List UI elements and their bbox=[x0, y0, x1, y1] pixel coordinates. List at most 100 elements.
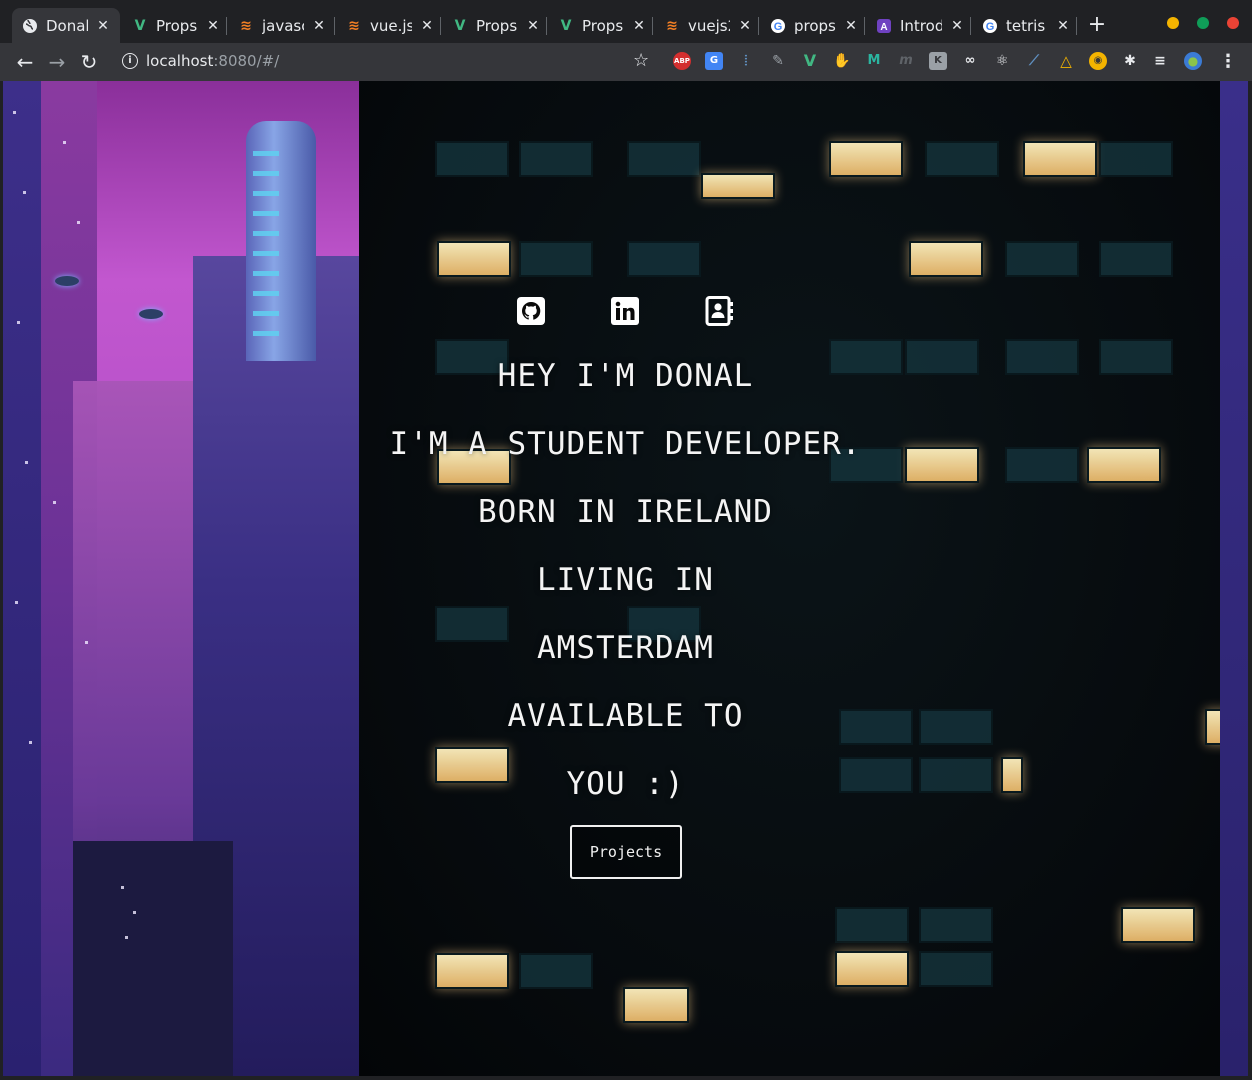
hero-greeting: HEY I'M DONAL bbox=[497, 358, 754, 394]
profile-avatar-icon[interactable]: ● bbox=[1184, 52, 1202, 70]
tab-separator bbox=[970, 17, 971, 35]
tab-separator bbox=[440, 17, 441, 35]
avatar-extension-icon[interactable]: ◉ bbox=[1089, 52, 1107, 70]
extension-bracket-icon[interactable]: ⦙ bbox=[737, 52, 755, 70]
media-queue-icon[interactable]: ≡ bbox=[1151, 52, 1169, 70]
tab-separator bbox=[758, 17, 759, 35]
hero-birthplace: BORN IN IRELAND bbox=[478, 494, 773, 530]
hero-section: HEY I'M DONAL I'M A STUDENT DEVELOPER. B… bbox=[3, 81, 1248, 1076]
contact-card-icon bbox=[705, 296, 733, 326]
close-icon[interactable]: ✕ bbox=[844, 18, 858, 34]
maximize-button[interactable] bbox=[1197, 17, 1209, 29]
tab-title: Introd bbox=[900, 16, 942, 35]
reload-button[interactable]: ↻ bbox=[76, 49, 102, 75]
browser-toolbar: ← → ↻ i localhost:8080/#/ ☆ ABP G ⦙ ✎ V … bbox=[0, 43, 1252, 81]
tab-vuejs2[interactable]: ≋ vuejs2 ✕ bbox=[654, 8, 758, 43]
linkedin-link[interactable] bbox=[610, 296, 640, 326]
site-info-icon[interactable]: i bbox=[122, 53, 138, 69]
tab-separator bbox=[1076, 17, 1077, 35]
extension-k-icon[interactable]: K bbox=[929, 52, 947, 70]
tab-title: props bbox=[794, 16, 836, 35]
bookmark-star-icon[interactable]: ☆ bbox=[633, 50, 649, 71]
stackoverflow-icon: ≋ bbox=[240, 17, 252, 34]
tab-props-2[interactable]: V Props ✕ bbox=[442, 8, 546, 43]
tab-title: vue.js bbox=[370, 16, 412, 35]
page-viewport: HEY I'M DONAL I'M A STUDENT DEVELOPER. B… bbox=[3, 81, 1248, 1076]
tab-vuejs[interactable]: ≋ vue.js ✕ bbox=[336, 8, 440, 43]
tab-javascript[interactable]: ≋ javasc ✕ bbox=[228, 8, 332, 43]
close-icon[interactable]: ✕ bbox=[950, 18, 964, 34]
tab-separator bbox=[864, 17, 865, 35]
tab-props-google[interactable]: G props ✕ bbox=[760, 8, 864, 43]
tab-strip: Donal ✕ V Props ✕ ≋ javasc ✕ ≋ vue.js ✕ … bbox=[0, 0, 1252, 43]
close-icon[interactable]: ✕ bbox=[312, 18, 326, 34]
google-icon: G bbox=[982, 18, 998, 34]
back-button[interactable]: ← bbox=[12, 49, 38, 75]
svg-text:G: G bbox=[774, 21, 783, 33]
tab-title: vuejs2 bbox=[688, 16, 730, 35]
google-translate-icon[interactable]: G bbox=[705, 52, 723, 70]
stackoverflow-icon: ≋ bbox=[348, 17, 360, 34]
tab-title: Props bbox=[156, 16, 198, 35]
close-window-button[interactable] bbox=[1227, 17, 1239, 29]
close-icon[interactable]: ✕ bbox=[96, 18, 110, 34]
tab-separator bbox=[334, 17, 335, 35]
react-devtools-icon[interactable]: ⚛ bbox=[993, 52, 1011, 70]
close-icon[interactable]: ✕ bbox=[738, 18, 752, 34]
tab-title: Props bbox=[476, 16, 518, 35]
close-icon[interactable]: ✕ bbox=[1056, 18, 1070, 34]
tab-separator bbox=[226, 17, 227, 35]
github-link[interactable] bbox=[516, 296, 546, 326]
close-icon[interactable]: ✕ bbox=[632, 18, 646, 34]
extension-glasses-icon[interactable]: ∞ bbox=[961, 52, 979, 70]
url-path: :8080/#/ bbox=[213, 52, 280, 70]
linkedin-icon bbox=[611, 297, 639, 325]
hero-you: YOU :) bbox=[566, 766, 685, 802]
warning-extension-icon[interactable]: △ bbox=[1057, 52, 1075, 70]
vue-icon: V bbox=[454, 17, 466, 34]
close-icon[interactable]: ✕ bbox=[420, 18, 434, 34]
google-icon: G bbox=[770, 18, 786, 34]
tab-title: tetris bbox=[1006, 16, 1046, 35]
vue-icon: V bbox=[134, 17, 146, 34]
github-icon bbox=[517, 297, 545, 325]
projects-button[interactable]: Projects bbox=[570, 825, 682, 879]
tab-props-3[interactable]: V Props ✕ bbox=[548, 8, 652, 43]
tab-title: javasc bbox=[262, 16, 304, 35]
contact-link[interactable] bbox=[704, 296, 734, 326]
tab-tetris[interactable]: G tetris ✕ bbox=[972, 8, 1076, 43]
vue-icon: V bbox=[560, 17, 572, 34]
globe-icon bbox=[22, 18, 38, 34]
extension-m-icon[interactable]: M bbox=[865, 52, 883, 70]
extensions-puzzle-icon[interactable]: ✱ bbox=[1121, 52, 1139, 70]
tab-separator bbox=[652, 17, 653, 35]
address-bar[interactable]: localhost:8080/#/ bbox=[146, 52, 279, 70]
close-icon[interactable]: ✕ bbox=[206, 18, 220, 34]
tab-introduction[interactable]: A Introd ✕ bbox=[866, 8, 970, 43]
stackoverflow-icon: ≋ bbox=[666, 17, 678, 34]
extension-m-italic-icon[interactable]: m bbox=[897, 52, 915, 70]
svg-text:A: A bbox=[880, 22, 887, 33]
tab-donal[interactable]: Donal ✕ bbox=[12, 8, 120, 43]
tab-props-1[interactable]: V Props ✕ bbox=[122, 8, 226, 43]
close-icon[interactable]: ✕ bbox=[526, 18, 540, 34]
extension-slash-icon[interactable]: ⟋ bbox=[1025, 52, 1043, 70]
hero-living-in: LIVING IN bbox=[537, 562, 714, 598]
svg-text:G: G bbox=[986, 21, 995, 33]
browser-menu-icon[interactable]: ⋮ bbox=[1219, 51, 1237, 72]
color-picker-icon[interactable]: ✎ bbox=[769, 52, 787, 70]
forward-button[interactable]: → bbox=[44, 49, 70, 75]
hero-role: I'M A STUDENT DEVELOPER. bbox=[389, 426, 862, 462]
tab-title: Donal bbox=[46, 16, 88, 35]
ant-design-icon: A bbox=[876, 18, 892, 34]
pointer-extension-icon[interactable]: ✋ bbox=[833, 52, 851, 70]
url-host: localhost bbox=[146, 52, 214, 70]
minimize-button[interactable] bbox=[1167, 17, 1179, 29]
tab-separator bbox=[546, 17, 547, 35]
new-tab-button[interactable]: + bbox=[1086, 13, 1108, 37]
vue-devtools-icon[interactable]: V bbox=[801, 52, 819, 70]
hero-city: AMSTERDAM bbox=[537, 630, 714, 666]
adblock-plus-icon[interactable]: ABP bbox=[673, 52, 691, 70]
tab-title: Props bbox=[582, 16, 624, 35]
hero-available: AVAILABLE TO bbox=[507, 698, 744, 734]
